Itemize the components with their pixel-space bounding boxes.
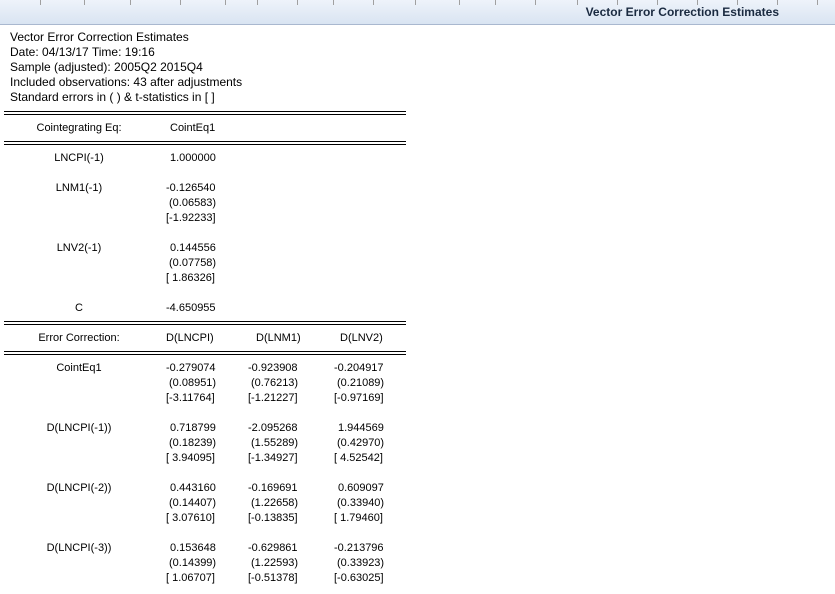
table-rule [4,114,406,115]
table-rule [4,351,406,352]
coint-se: (0.07758) [169,257,217,269]
ec-column-header: D(LNV2) [340,332,383,344]
ec-t: [-1.21227] [248,392,298,404]
ec-coef: 0.718799 [170,422,216,434]
toolbar-segment[interactable] [40,0,85,5]
ec-coef: 0.609097 [338,482,384,494]
ec-t: [ 3.94095] [166,452,215,464]
ec-se: (0.18239) [169,437,217,449]
header-line: Date: 04/13/17 Time: 19:16 [10,45,155,59]
ec-row-label: D(LNCPI(-3)) [46,542,112,554]
toolbar-segment[interactable] [297,0,334,5]
ec-t: [-0.97169] [334,392,384,404]
table-rule [4,111,406,112]
ec-coef: -0.204917 [334,362,384,374]
table-rule [4,141,406,142]
coint-coef: -0.126540 [166,182,216,194]
window-title-bar: Vector Error Correction Estimates [0,0,835,25]
toolbar-segment[interactable] [333,0,374,5]
coint-t: [ 1.86326] [166,272,215,284]
ec-coef: -0.923908 [248,362,298,374]
ec-se: (1.22593) [251,557,299,569]
ec-se: (1.55289) [251,437,299,449]
ec-coef: -2.095268 [248,422,298,434]
ec-se: (0.33940) [337,497,385,509]
ec-t: [-3.11764] [166,392,215,404]
table-rule [4,144,406,145]
ec-coef: 0.443160 [170,482,216,494]
ec-t: [-0.13835] [248,512,298,524]
ec-t: [ 1.79460] [334,512,383,524]
ec-t: [-0.63025] [334,572,384,584]
estimation-header: Vector Error Correction Estimates Date: … [10,30,242,105]
ec-coef: -0.629861 [248,542,298,554]
ec-t: [ 3.07610] [166,512,215,524]
toolbar-segment[interactable] [459,0,496,5]
ec-coef: -0.169691 [248,482,298,494]
toolbar-segment[interactable] [373,0,416,5]
ec-row-label: D(LNCPI(-1)) [46,422,112,434]
coint-row-label: C [75,302,83,314]
coint-coef: 0.144556 [170,242,216,254]
header-line: Standard errors in ( ) & t-statistics in… [10,90,215,104]
table-rule [4,354,406,355]
table-rule [4,321,406,322]
ec-coef: -0.213796 [334,542,384,554]
ec-column-header: D(LNM1) [256,332,301,344]
ec-row-label: D(LNCPI(-2)) [46,482,112,494]
toolbar-segment[interactable] [225,0,258,5]
coint-row-label: LNV2(-1) [56,242,102,254]
ec-coef: 1.944569 [338,422,384,434]
toolbar-segment[interactable] [0,0,41,5]
ec-se: (0.33923) [337,557,385,569]
ec-column-header: D(LNCPI) [166,332,214,344]
ec-se: (1.22658) [251,497,299,509]
toolbar-segment[interactable] [415,0,460,5]
table-rule [4,324,406,325]
header-line: Included observations: 43 after adjustme… [10,75,243,89]
coint-t: [-1.92233] [166,212,216,224]
header-line: Sample (adjusted): 2005Q2 2015Q4 [10,60,203,74]
ec-t: [-1.34927] [248,452,298,464]
ec-se: (0.14399) [169,557,217,569]
ec-row-label: CointEq1 [56,362,102,374]
coint-row-label: LNCPI(-1) [54,152,104,164]
toolbar-segment[interactable] [257,0,298,5]
ec-t: [ 1.06707] [166,572,215,584]
coint-header-col: CointEq1 [170,122,216,134]
window-title: Vector Error Correction Estimates [585,5,779,19]
ec-t: [ 4.52542] [334,452,383,464]
toolbar-segment[interactable] [130,0,181,5]
ec-header-label: Error Correction: [38,332,120,344]
toolbar-segment[interactable] [495,0,536,5]
toolbar-segment[interactable] [777,0,818,5]
ec-se: (0.21089) [337,377,385,389]
ec-coef: -0.279074 [166,362,216,374]
coint-se: (0.06583) [169,197,217,209]
coint-row-label: LNM1(-1) [55,182,103,194]
coint-coef: -4.650955 [166,302,216,314]
ec-se: (0.08951) [169,377,217,389]
ec-se: (0.42970) [337,437,385,449]
ec-se: (0.76213) [251,377,299,389]
toolbar-segment[interactable] [180,0,226,5]
header-line: Vector Error Correction Estimates [10,30,189,44]
toolbar-segment[interactable] [84,0,131,5]
ec-t: [-0.51378] [248,572,298,584]
toolbar-segment[interactable] [535,0,578,5]
coint-header-label: Cointegrating Eq: [36,122,122,134]
coint-coef: 1.000000 [170,152,216,164]
ec-se: (0.14407) [169,497,217,509]
ec-coef: 0.153648 [170,542,216,554]
